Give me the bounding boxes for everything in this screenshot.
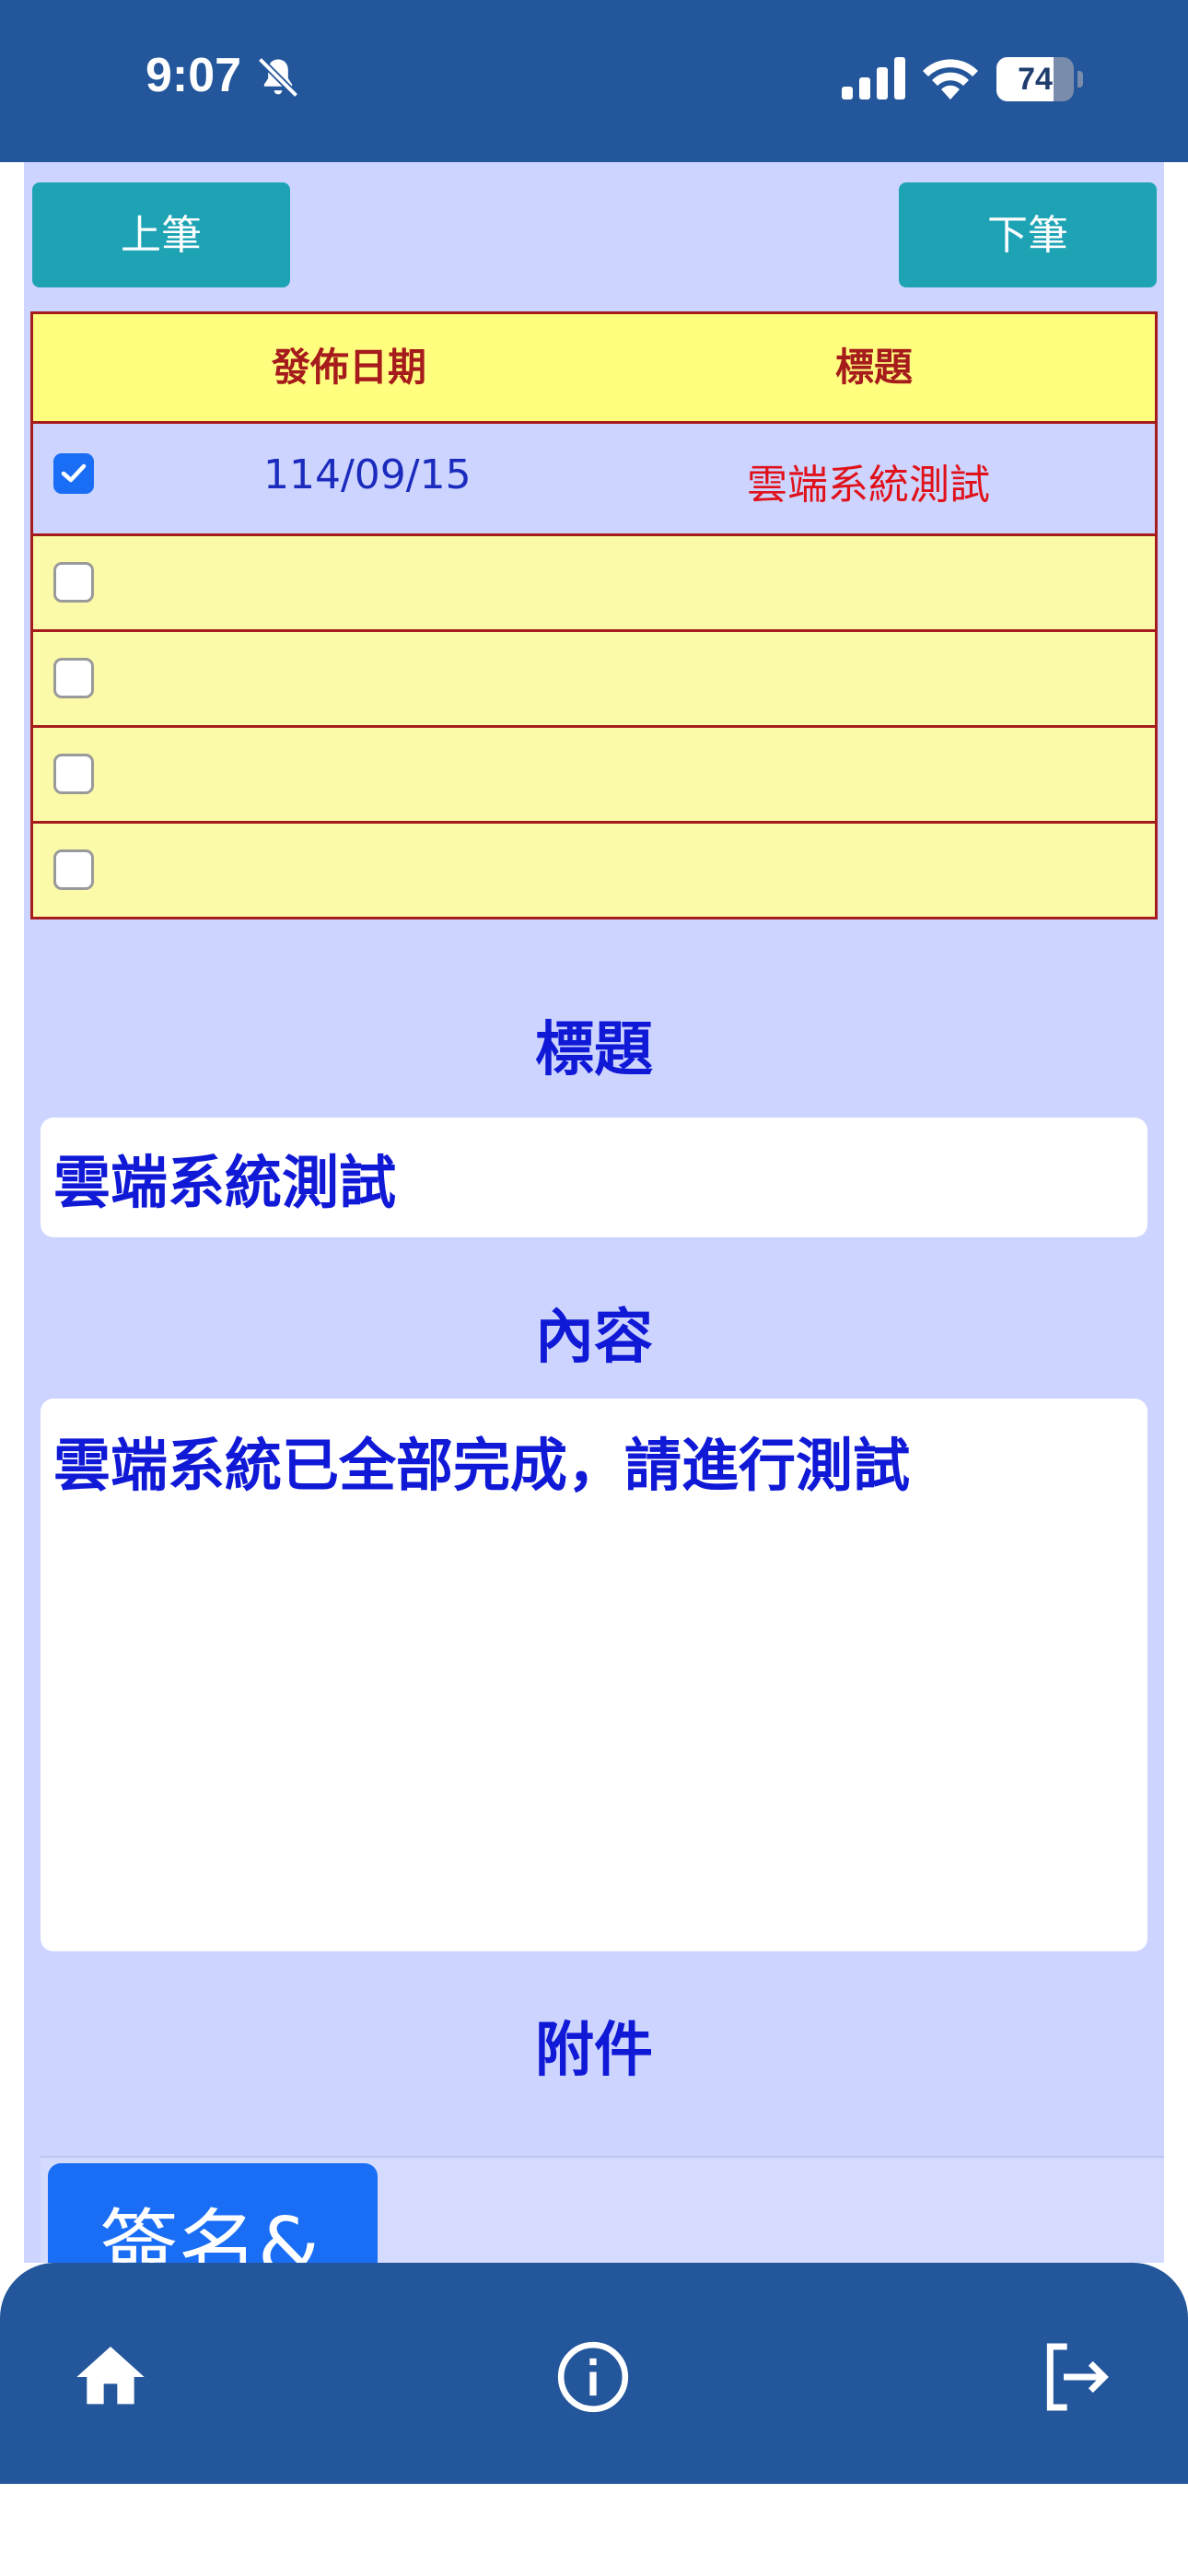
content-section-label: 內容	[535, 1304, 653, 1372]
sign-button[interactable]: 簽名&	[48, 2163, 378, 2263]
attachment-section-label: 附件	[535, 2017, 653, 2085]
checkmark-icon	[61, 463, 87, 483]
row-checkbox[interactable]	[53, 849, 94, 890]
table-row[interactable]	[30, 632, 1158, 728]
announcement-table: 發佈日期 標題 114/09/15 雲端系統測試	[30, 311, 1158, 919]
battery-icon: 74	[996, 57, 1085, 101]
bell-slash-icon	[257, 56, 299, 99]
row-title: 雲端系統測試	[747, 462, 990, 509]
attachment-area: 簽名&	[41, 2156, 1164, 2263]
signal-icon	[842, 57, 905, 100]
status-bar: 9:07 74	[0, 0, 1188, 162]
home-icon[interactable]	[70, 2336, 151, 2418]
column-header-date: 發佈日期	[272, 345, 427, 390]
column-header-title: 標題	[835, 345, 914, 390]
status-time: 9:07	[146, 49, 242, 102]
info-icon[interactable]	[553, 2336, 634, 2418]
table-header: 發佈日期 標題	[30, 311, 1158, 424]
row-checkbox[interactable]	[53, 453, 94, 494]
content-field[interactable]: 雲端系統已全部完成，請進行測試	[41, 1399, 1147, 1951]
table-row[interactable]	[30, 536, 1158, 632]
row-checkbox[interactable]	[53, 658, 94, 698]
wifi-icon	[923, 59, 978, 100]
row-checkbox[interactable]	[53, 562, 94, 603]
table-row[interactable]	[30, 824, 1158, 919]
battery-level: 74	[1018, 62, 1053, 97]
logout-icon[interactable]	[1033, 2336, 1114, 2418]
title-field[interactable]: 雲端系統測試	[41, 1118, 1147, 1237]
row-checkbox[interactable]	[53, 754, 94, 794]
bottom-nav-bar	[0, 2263, 1188, 2484]
announcement-page: 上筆 下筆 發佈日期 標題 114/09/15 雲端系統測試 標題 雲端系統測試…	[24, 162, 1164, 2263]
title-section-label: 標題	[535, 1016, 653, 1084]
table-row[interactable]	[30, 728, 1158, 824]
row-date: 114/09/15	[263, 451, 472, 498]
next-record-button[interactable]: 下筆	[899, 182, 1157, 287]
table-row[interactable]: 114/09/15 雲端系統測試	[30, 424, 1158, 536]
previous-record-button[interactable]: 上筆	[32, 182, 290, 287]
